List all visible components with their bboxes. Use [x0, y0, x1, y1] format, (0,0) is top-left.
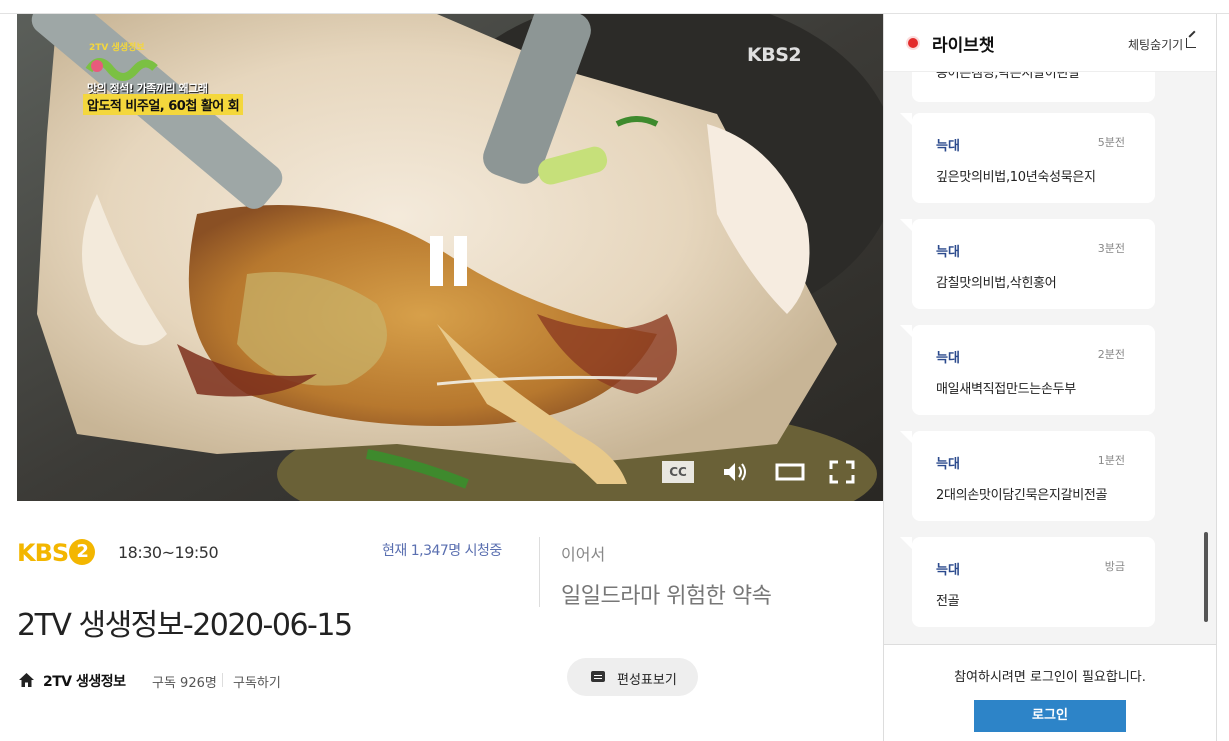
pause-button[interactable]: [427, 236, 473, 286]
chat-nickname[interactable]: 늑대: [936, 135, 960, 154]
subscribe-button[interactable]: 구독하기: [233, 672, 281, 691]
chat-message-text: 2대의손맛이담긴묵은지갈비전골: [936, 488, 1108, 503]
chat-timestamp: 5분전: [1097, 136, 1125, 149]
chat-message: 늑대 3분전 감칠맛의비법,삭힌홍어: [900, 219, 1155, 309]
fullscreen-button[interactable]: [828, 460, 856, 484]
video-player[interactable]: 2TV 생생정보 맛의 정석! 가족끼리 왜그래 압도적 비주얼, 60첩 활어…: [17, 14, 883, 501]
chat-message: 늑대 1분전 2대의손맛이담긴묵은지갈비전골: [900, 431, 1155, 521]
schedule-button[interactable]: 편성표보기: [567, 658, 698, 696]
login-button[interactable]: 로그인: [974, 700, 1126, 732]
program-overlay-logo: 2TV 생생정보: [85, 40, 159, 84]
subscribe-divider: [222, 673, 223, 687]
next-program-title[interactable]: 일일드라마 위험한 약속: [561, 578, 772, 610]
chat-nickname[interactable]: 늑대: [936, 241, 960, 260]
live-dot-icon: [908, 38, 918, 48]
chat-message-text: 농어튼캠핑,탁튼저갈이린갈: [936, 72, 1080, 81]
fullscreen-icon: [829, 460, 855, 484]
volume-icon: [724, 463, 746, 481]
home-icon[interactable]: [18, 672, 35, 688]
chat-message: 늑대 5분전 깊은맛의비법,10년숙성묵은지: [900, 113, 1155, 203]
pause-icon-bar-right: [454, 236, 467, 286]
chat-timestamp: 2분전: [1097, 348, 1125, 361]
kbs2-logo: KBS 2: [17, 539, 96, 567]
collapse-arrow-icon[interactable]: [1186, 38, 1196, 48]
live-chat-panel: 라이브챗 체팅숨기기 농어튼캠핑,탁튼저갈이린갈 늑대 5분전 깊은맛의비법,1…: [883, 14, 1217, 741]
chat-timestamp: 방금: [1104, 560, 1125, 573]
kbs-logo-number: 2: [69, 539, 96, 565]
chat-message-list[interactable]: 농어튼캠핑,탁튼저갈이린갈 늑대 5분전 깊은맛의비법,10년숙성묵은지 늑대 …: [884, 72, 1216, 644]
chat-message-text: 전골: [936, 594, 960, 609]
viewer-count: 현재 1,347명 시청중: [382, 543, 502, 559]
volume-button[interactable]: [720, 460, 750, 484]
chat-timestamp: 1분전: [1097, 454, 1125, 467]
chat-message: 늑대 방금 전골: [900, 537, 1155, 627]
channel-watermark: KBS2: [747, 44, 802, 66]
chat-nickname[interactable]: 늑대: [936, 559, 960, 578]
overlay-caption-big: 압도적 비주얼, 60첩 활어 회: [83, 94, 244, 115]
program-title: 2TV 생생정보-2020-06-15: [17, 608, 353, 643]
chat-message-text: 감칠맛의비법,삭힌홍어: [936, 276, 1057, 291]
schedule-button-label: 편성표보기: [617, 673, 677, 688]
page: 2TV 생생정보 맛의 정석! 가족끼리 왜그래 압도적 비주얼, 60첩 활어…: [0, 0, 1229, 741]
chat-login-area: 참여하시려면 로그인이 필요합니다. 로그인: [884, 644, 1216, 741]
chat-header: 라이브챗 체팅숨기기: [884, 14, 1216, 72]
chat-nickname[interactable]: 늑대: [936, 453, 960, 472]
chat-message: 늑대 2분전 매일새벽직접만드는손두부: [900, 325, 1155, 415]
theater-icon: [775, 463, 805, 481]
broadcast-time: 18:30~19:50: [118, 543, 219, 562]
chat-timestamp: 3분전: [1097, 242, 1125, 255]
schedule-icon: [591, 671, 605, 682]
subscriber-count: 구독 926명: [152, 676, 217, 691]
login-required-message: 참여하시려면 로그인이 필요합니다.: [954, 670, 1146, 685]
vertical-divider: [539, 537, 540, 607]
chat-message-text: 깊은맛의비법,10년숙성묵은지: [936, 170, 1096, 185]
kbs-logo-text: KBS: [17, 539, 69, 567]
chat-message-partial: 농어튼캠핑,탁튼저갈이린갈: [912, 72, 1155, 102]
cc-button[interactable]: CC: [662, 461, 694, 483]
chat-nickname[interactable]: 늑대: [936, 347, 960, 366]
hide-chat-button[interactable]: 체팅숨기기: [1128, 36, 1183, 53]
program-name-link[interactable]: 2TV 생생정보: [43, 671, 126, 691]
chat-title: 라이브챗: [932, 36, 995, 56]
next-program-label: 이어서: [561, 545, 606, 564]
chat-message-text: 매일새벽직접만드는손두부: [936, 382, 1076, 397]
pause-icon-bar-left: [430, 236, 443, 286]
theater-mode-button[interactable]: [775, 460, 805, 484]
chat-scrollbar[interactable]: [1204, 532, 1208, 622]
overlay-logo-text: 2TV 생생정보: [89, 41, 145, 53]
